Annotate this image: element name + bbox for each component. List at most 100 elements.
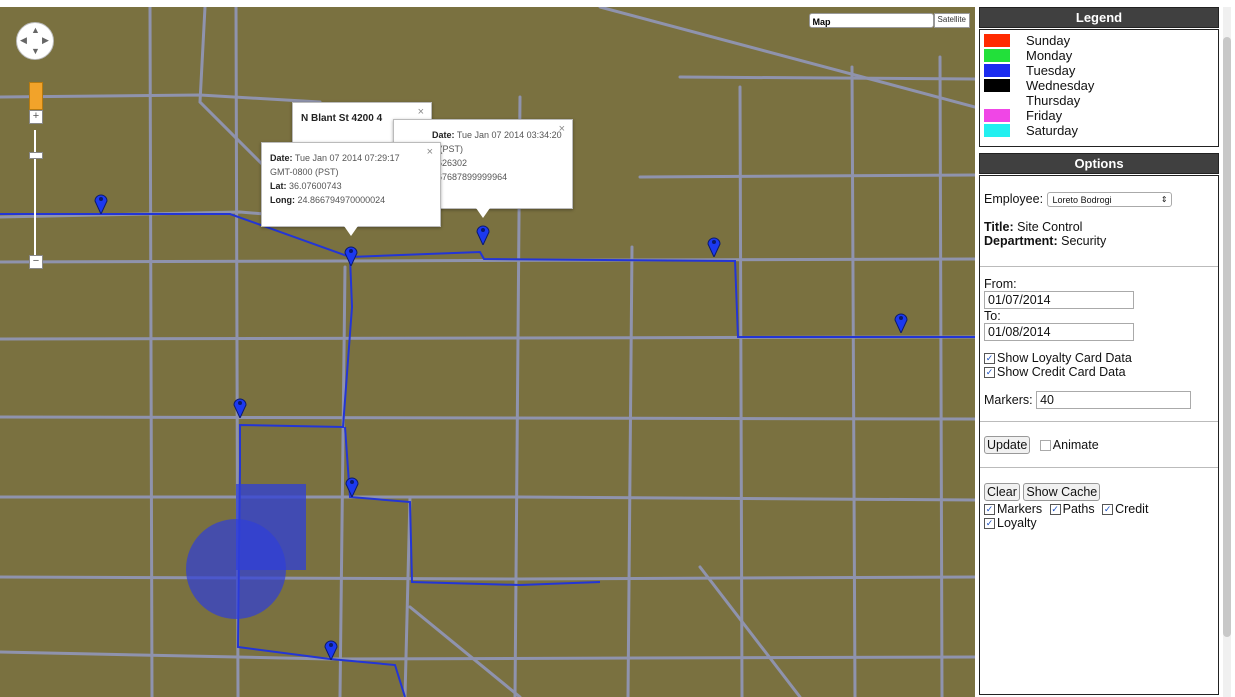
pan-down-icon[interactable]: ▼	[31, 47, 40, 56]
legend-swatch	[984, 124, 1010, 137]
loyalty-checkbox-label: Loyalty	[997, 516, 1037, 530]
info-window-marker-1: × Date: Tue Jan 07 2014 07:29:17 GMT-080…	[261, 142, 441, 236]
timezone-value: GMT-0800 (PST)	[270, 167, 339, 177]
map-marker[interactable]	[324, 638, 338, 662]
legend-item: Friday	[984, 108, 1218, 123]
from-label: From:	[984, 277, 1017, 291]
markers-checkbox[interactable]: ✓	[984, 504, 995, 516]
pan-right-icon[interactable]: ▶	[42, 36, 49, 45]
show-credit-label: Show Credit Card Data	[997, 365, 1126, 379]
legend-item: Wednesday	[984, 78, 1218, 93]
map-marker[interactable]	[344, 244, 358, 268]
legend-item: Monday	[984, 48, 1218, 63]
legend-box: Sunday Monday Tuesday Wednesday Thursday Frid…	[979, 29, 1219, 147]
date-label: Date:	[432, 130, 455, 140]
to-date-input[interactable]: 01/08/2014	[984, 323, 1134, 341]
select-arrows-icon: ⇕	[1160, 195, 1168, 205]
from-date-input[interactable]: 01/07/2014	[984, 291, 1134, 309]
show-cache-button[interactable]: Show Cache	[1023, 483, 1101, 501]
page-scrollbar[interactable]	[1223, 7, 1231, 697]
map-marker[interactable]	[233, 396, 247, 420]
title-value: Site Control	[1017, 220, 1083, 235]
close-icon[interactable]: ×	[427, 145, 433, 159]
employee-label: Employee:	[984, 192, 1044, 206]
legend-item: Saturday	[984, 123, 1218, 138]
markers-label: Markers:	[984, 393, 1033, 407]
department-value: Security	[1061, 234, 1107, 249]
employee-section: Employee: Loreto Bodrogi ⇕ Title: Site Co…	[980, 176, 1218, 267]
legend-header: Legend	[979, 7, 1219, 28]
map-view[interactable]: ▲ ▼ ◀ ▶ + − Map Satellite × N Blant St 4…	[0, 7, 975, 697]
legend-swatch	[984, 64, 1010, 77]
road-network	[0, 7, 975, 697]
date-value: Tue Jan 07 2014 07:29:17	[294, 153, 400, 163]
legend-swatch	[984, 109, 1010, 122]
legend-swatch	[984, 49, 1010, 62]
legend-swatch	[984, 79, 1010, 92]
close-icon[interactable]: ×	[418, 105, 424, 119]
date-range-section: From: 01/07/2014 To: 01/08/2014 ✓ Show Lo…	[980, 267, 1218, 422]
close-icon[interactable]: ×	[559, 122, 565, 136]
paths-checkbox-label: Paths	[1062, 502, 1095, 516]
animate-label: Animate	[1052, 438, 1099, 452]
legend-swatch	[984, 34, 1010, 47]
employee-select[interactable]: Loreto Bodrogi ⇕	[1046, 192, 1172, 208]
loyalty-checkbox[interactable]: ✓	[984, 518, 995, 530]
date-value: Tue Jan 07 2014 03:34:20	[456, 130, 562, 140]
animate-checkbox[interactable]	[1039, 440, 1051, 452]
legend-label: Thursday	[1026, 93, 1081, 108]
info-window-title: N Blant St 4200 4	[301, 113, 383, 124]
display-section: Clear Show Cache ✓ Markers ✓ Paths ✓ Credit…	[980, 468, 1218, 530]
legend-label: Saturday	[1026, 123, 1079, 138]
clear-button[interactable]: Clear	[984, 483, 1020, 501]
side-panel: Legend Sunday Monday Tuesday Wednesday Thurs…	[979, 7, 1219, 697]
legend-label: Wednesday	[1026, 78, 1095, 93]
legend-item: Thursday	[984, 93, 1218, 108]
title-label: Title:	[984, 220, 1014, 235]
legend-label: Sunday	[1026, 33, 1071, 48]
street-view-pegman-icon[interactable]	[29, 82, 43, 110]
credit-checkbox[interactable]: ✓	[1102, 504, 1114, 516]
info-window-tail	[476, 208, 490, 218]
pan-left-icon[interactable]: ◀	[20, 36, 27, 45]
options-header: Options	[979, 153, 1219, 174]
pan-control[interactable]: ▲ ▼ ◀ ▶	[16, 22, 54, 60]
legend-item: Sunday	[984, 33, 1218, 48]
map-type-control: Map Satellite	[808, 13, 970, 28]
update-button[interactable]: Update	[984, 436, 1031, 454]
info-window-tail	[344, 226, 358, 236]
zoom-slider-thumb[interactable]	[29, 152, 43, 159]
markers-input[interactable]: 40	[1036, 391, 1192, 409]
map-marker[interactable]	[894, 311, 908, 335]
lat-label: Lat:	[270, 181, 287, 191]
lat-value: 36.07600743	[289, 181, 342, 191]
map-type-satellite-button[interactable]: Satellite	[933, 13, 970, 28]
map-marker[interactable]	[345, 475, 359, 499]
map-marker[interactable]	[707, 235, 721, 259]
date-label: Date:	[270, 153, 293, 163]
scrollbar-thumb[interactable]	[1223, 37, 1231, 637]
zoom-out-button[interactable]: −	[29, 255, 43, 269]
zoom-in-button[interactable]: +	[29, 110, 43, 124]
markers-checkbox-label: Markers	[997, 502, 1043, 516]
legend-label: Tuesday	[1026, 63, 1076, 78]
map-marker[interactable]	[476, 223, 490, 247]
credit-checkbox-label: Credit	[1115, 502, 1149, 516]
pan-up-icon[interactable]: ▲	[31, 26, 40, 35]
legend-item: Tuesday	[984, 63, 1218, 78]
show-loyalty-checkbox[interactable]: ✓	[984, 353, 995, 365]
show-credit-checkbox[interactable]: ✓	[984, 367, 995, 379]
show-loyalty-label: Show Loyalty Card Data	[997, 351, 1132, 365]
update-section: Update Animate	[980, 422, 1218, 468]
options-box: Employee: Loreto Bodrogi ⇕ Title: Site Co…	[979, 175, 1219, 695]
map-marker[interactable]	[94, 192, 108, 216]
long-value: 24.866794970000024	[297, 195, 386, 205]
zoom-slider-track[interactable]	[34, 130, 36, 264]
paths-checkbox[interactable]: ✓	[1049, 504, 1061, 516]
employee-select-value: Loreto Bodrogi	[1052, 195, 1112, 206]
legend-label: Monday	[1026, 48, 1073, 63]
map-type-map-button[interactable]: Map	[808, 13, 934, 28]
long-label: Long:	[270, 195, 295, 205]
department-label: Department:	[984, 234, 1058, 249]
legend-swatch	[984, 94, 1010, 107]
